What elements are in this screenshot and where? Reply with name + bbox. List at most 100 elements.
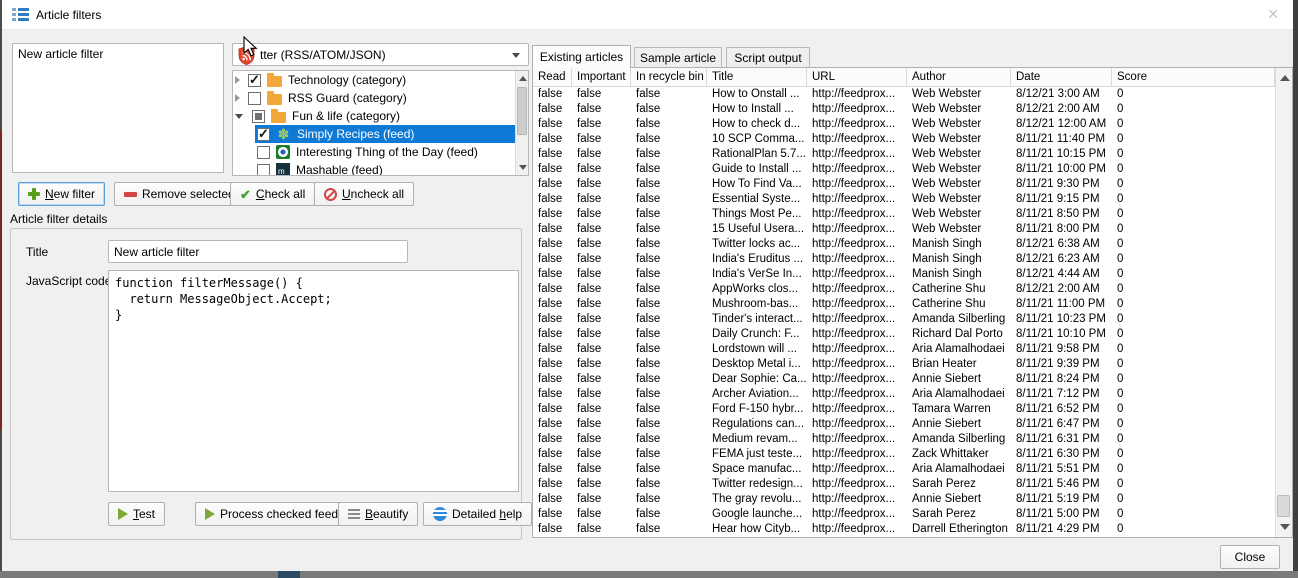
tab-sample-article[interactable]: Sample article <box>634 47 722 68</box>
tree-item[interactable]: mMashable (feed) <box>233 161 515 176</box>
table-cell: http://feedprox... <box>807 252 907 267</box>
table-row[interactable]: falsefalsefalseTwitter redesign...http:/… <box>533 477 1275 492</box>
scroll-up-icon[interactable] <box>519 76 527 81</box>
table-cell: false <box>533 477 572 492</box>
check-all-button[interactable]: ✔ Check all <box>230 182 315 206</box>
checkbox-unchecked[interactable] <box>257 164 270 177</box>
table-cell: false <box>631 357 707 372</box>
close-button[interactable]: Close <box>1220 545 1280 569</box>
column-header-important[interactable]: Important <box>572 68 631 86</box>
tab-script-output[interactable]: Script output <box>726 47 810 68</box>
table-row[interactable]: falsefalsefalseHear how Cityb...http://f… <box>533 522 1275 537</box>
column-header-read[interactable]: Read <box>533 68 572 86</box>
column-header-title[interactable]: Title <box>707 68 807 86</box>
column-header-url[interactable]: URL <box>807 68 907 86</box>
uncheck-all-button[interactable]: Uncheck all <box>314 182 414 206</box>
tree-item[interactable]: ✽Simply Recipes (feed) <box>233 125 515 143</box>
table-cell: 0 <box>1112 132 1275 147</box>
close-icon[interactable]: ✕ <box>1267 6 1279 23</box>
table-scrollbar-thumb[interactable] <box>1277 495 1290 517</box>
table-row[interactable]: falsefalsefalseAppWorks clos...http://fe… <box>533 282 1275 297</box>
table-cell: 8/11/21 8:00 PM <box>1011 222 1112 237</box>
checkbox-checked[interactable] <box>257 128 270 141</box>
table-row[interactable]: falsefalsefalseHow To Find Va...http://f… <box>533 177 1275 192</box>
scroll-down-icon[interactable] <box>1280 524 1290 530</box>
javascript-code-editor[interactable]: function filterMessage() { return Messag… <box>108 270 519 492</box>
table-scrollbar[interactable] <box>1275 68 1292 537</box>
test-button[interactable]: Test <box>108 502 165 526</box>
table-cell: 8/11/21 9:30 PM <box>1011 177 1112 192</box>
table-row[interactable]: falsefalsefalseRegulations can...http://… <box>533 417 1275 432</box>
process-checked-feeds-button[interactable]: Process checked feeds <box>195 502 354 526</box>
table-row[interactable]: falsefalsefalseThe gray revolu...http://… <box>533 492 1275 507</box>
table-cell: false <box>533 282 572 297</box>
table-cell: How to Install ... <box>707 102 807 117</box>
collapsed-expander-icon[interactable] <box>235 76 240 84</box>
table-row[interactable]: falsefalsefalseEssential Syste...http://… <box>533 192 1275 207</box>
checkbox-partial[interactable] <box>252 110 265 123</box>
table-row[interactable]: falsefalsefalseDesktop Metal i...http://… <box>533 357 1275 372</box>
table-row[interactable]: falsefalsefalseGuide to Install ...http:… <box>533 162 1275 177</box>
table-row[interactable]: falsefalsefalse10 SCP Comma...http://fee… <box>533 132 1275 147</box>
table-row[interactable]: falsefalsefalseDear Sophie: Ca...http://… <box>533 372 1275 387</box>
table-row[interactable]: falsefalsefalseDaily Crunch: F...http://… <box>533 327 1275 342</box>
table-cell: false <box>533 237 572 252</box>
table-row[interactable]: falsefalsefalseFord F-150 hybr...http://… <box>533 402 1275 417</box>
column-header-in-recycle-bin[interactable]: In recycle bin <box>631 68 707 86</box>
beautify-button[interactable]: Beautify <box>338 502 418 526</box>
table-row[interactable]: falsefalsefalseLordstown will ...http://… <box>533 342 1275 357</box>
table-row[interactable]: falsefalsefalseIndia's Eruditus ...http:… <box>533 252 1275 267</box>
table-row[interactable]: falsefalsefalseThings Most Pe...http://f… <box>533 207 1275 222</box>
tree-item[interactable]: Fun & life (category) <box>233 107 515 125</box>
checkbox-checked[interactable] <box>248 74 261 87</box>
table-cell: false <box>572 402 631 417</box>
expanded-expander-icon[interactable] <box>235 114 243 119</box>
table-row[interactable]: falsefalsefalseTwitter locks ac...http:/… <box>533 237 1275 252</box>
tree-scrollbar-thumb[interactable] <box>517 87 527 135</box>
scroll-up-icon[interactable] <box>1280 75 1290 81</box>
new-filter-button[interactable]: New filter <box>18 182 105 206</box>
tree-item[interactable]: Technology (category) <box>233 71 515 89</box>
table-row[interactable]: falsefalsefalseGoogle launche...http://f… <box>533 507 1275 522</box>
table-cell: 8/11/21 11:40 PM <box>1011 132 1112 147</box>
column-header-score[interactable]: Score <box>1112 68 1275 86</box>
filter-list-item[interactable]: New article filter <box>13 44 223 64</box>
column-header-author[interactable]: Author <box>907 68 1011 86</box>
tree-item[interactable]: RSS Guard (category) <box>233 89 515 107</box>
table-row[interactable]: falsefalsefalse15 Useful Usera...http://… <box>533 222 1275 237</box>
table-row[interactable]: falsefalsefalseHow to check d...http://f… <box>533 117 1275 132</box>
detailed-help-button[interactable]: Detailed help <box>423 502 532 526</box>
table-cell: false <box>631 417 707 432</box>
remove-selected-button[interactable]: Remove selected <box>114 182 245 206</box>
table-cell: false <box>572 222 631 237</box>
collapsed-expander-icon[interactable] <box>235 94 240 102</box>
account-dropdown[interactable]: tter (RSS/ATOM/JSON) <box>232 43 529 66</box>
table-row[interactable]: falsefalsefalseMedium revam...http://fee… <box>533 432 1275 447</box>
checkbox-unchecked[interactable] <box>257 146 270 159</box>
table-row[interactable]: falsefalsefalseArcher Aviation...http://… <box>533 387 1275 402</box>
column-header-date[interactable]: Date <box>1011 68 1112 86</box>
javascript-code-text[interactable]: function filterMessage() { return Messag… <box>109 271 518 327</box>
table-row[interactable]: falsefalsefalseTinder's interact...http:… <box>533 312 1275 327</box>
table-cell: Sarah Perez <box>907 477 1011 492</box>
table-row[interactable]: falsefalsefalseRationalPlan 5.7...http:/… <box>533 147 1275 162</box>
checkbox-unchecked[interactable] <box>248 92 261 105</box>
table-cell: false <box>533 192 572 207</box>
table-cell: http://feedprox... <box>807 237 907 252</box>
table-row[interactable]: falsefalsefalseFEMA just teste...http://… <box>533 447 1275 462</box>
table-row[interactable]: falsefalsefalseMushroom-bas...http://fee… <box>533 297 1275 312</box>
tree-scrollbar[interactable] <box>515 71 528 175</box>
feeds-tree[interactable]: Technology (category)RSS Guard (category… <box>232 70 529 176</box>
filter-list[interactable]: New article filter <box>12 43 224 173</box>
table-cell: http://feedprox... <box>807 87 907 102</box>
title-bar[interactable]: Article filters ✕ <box>2 0 1293 30</box>
folder-icon <box>271 112 286 123</box>
tree-item[interactable]: Interesting Thing of the Day (feed) <box>233 143 515 161</box>
table-row[interactable]: falsefalsefalseSpace manufac...http://fe… <box>533 462 1275 477</box>
title-input[interactable] <box>108 240 408 263</box>
scroll-down-icon[interactable] <box>519 165 527 170</box>
table-row[interactable]: falsefalsefalseHow to Onstall ...http://… <box>533 87 1275 102</box>
table-row[interactable]: falsefalsefalseIndia's VerSe In...http:/… <box>533 267 1275 282</box>
table-row[interactable]: falsefalsefalseHow to Install ...http://… <box>533 102 1275 117</box>
tab-existing-articles[interactable]: Existing articles <box>532 45 631 68</box>
